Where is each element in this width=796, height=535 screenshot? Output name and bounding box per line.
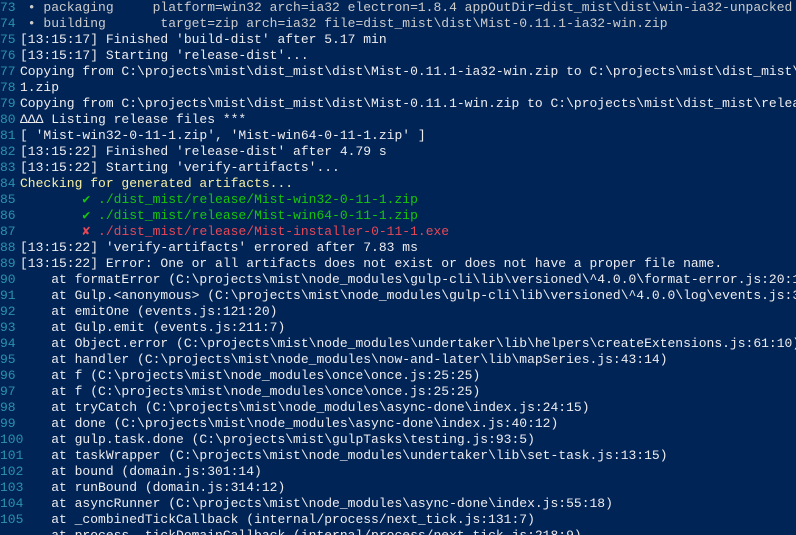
line-number-gutter: 7374757677787980818283848586878889909192… (0, 0, 20, 535)
output-line: at bound (domain.js:301:14) (20, 464, 796, 480)
output-line: at tryCatch (C:\projects\mist\node_modul… (20, 400, 796, 416)
line-number: 103 (0, 480, 14, 496)
line-number: 101 (0, 448, 14, 464)
output-line: • building target=zip arch=ia32 file=dis… (20, 16, 796, 32)
output-line: ΔΔΔ Listing release files *** (20, 112, 796, 128)
line-number: 85 (0, 192, 14, 208)
output-line: Copying from C:\projects\mist\dist_mist\… (20, 96, 796, 112)
output-line: ✘ ./dist_mist/release/Mist-installer-0-1… (20, 224, 796, 240)
line-number: 74 (0, 16, 14, 32)
line-number: 86 (0, 208, 14, 224)
output-line: [13:15:22] 'verify-artifacts' errored af… (20, 240, 796, 256)
terminal-window[interactable]: 7374757677787980818283848586878889909192… (0, 0, 796, 535)
output-line: at emitOne (events.js:121:20) (20, 304, 796, 320)
line-number: 94 (0, 336, 14, 352)
output-line: at process. tickDomainCallback (internal… (20, 528, 796, 535)
output-line: [13:15:17] Starting 'release-dist'... (20, 48, 796, 64)
line-number: 90 (0, 272, 14, 288)
output-line: ✔ ./dist_mist/release/Mist-win64-0-11-1.… (20, 208, 796, 224)
output-line: at handler (C:\projects\mist\node_module… (20, 352, 796, 368)
output-line: [13:15:22] Starting 'verify-artifacts'..… (20, 160, 796, 176)
line-number: 73 (0, 0, 14, 16)
line-number: 95 (0, 352, 14, 368)
line-number: 104 (0, 496, 14, 512)
line-number: 96 (0, 368, 14, 384)
line-number: 92 (0, 304, 14, 320)
output-line: Checking for generated artifacts... (20, 176, 796, 192)
output-line: at runBound (domain.js:314:12) (20, 480, 796, 496)
line-number: 102 (0, 464, 14, 480)
line-number: 93 (0, 320, 14, 336)
output-line: at f (C:\projects\mist\node_modules\once… (20, 368, 796, 384)
output-line: • packaging platform=win32 arch=ia32 ele… (20, 0, 796, 16)
output-line: [13:15:22] Finished 'release-dist' after… (20, 144, 796, 160)
line-number: 82 (0, 144, 14, 160)
output-line: 1.zip (20, 80, 796, 96)
output-line: at Gulp.emit (events.js:211:7) (20, 320, 796, 336)
line-number: 77 (0, 64, 14, 80)
line-number: 99 (0, 416, 14, 432)
output-line: at asyncRunner (C:\projects\mist\node_mo… (20, 496, 796, 512)
line-number: 75 (0, 32, 14, 48)
terminal-output[interactable]: • packaging platform=win32 arch=ia32 ele… (20, 0, 796, 535)
output-line: [13:15:17] Finished 'build-dist' after 5… (20, 32, 796, 48)
output-line: Copying from C:\projects\mist\dist_mist\… (20, 64, 796, 80)
output-line: at _combinedTickCallback (internal/proce… (20, 512, 796, 528)
output-line: at done (C:\projects\mist\node_modules\a… (20, 416, 796, 432)
line-number: 97 (0, 384, 14, 400)
line-number: 89 (0, 256, 14, 272)
line-number: 83 (0, 160, 14, 176)
line-number: 100 (0, 432, 14, 448)
output-line: at gulp.task.done (C:\projects\mist\gulp… (20, 432, 796, 448)
line-number: 88 (0, 240, 14, 256)
output-line: [13:15:22] Error: One or all artifacts d… (20, 256, 796, 272)
output-line: at Object.error (C:\projects\mist\node_m… (20, 336, 796, 352)
line-number: 79 (0, 96, 14, 112)
line-number: 98 (0, 400, 14, 416)
output-line: ✔ ./dist_mist/release/Mist-win32-0-11-1.… (20, 192, 796, 208)
output-line: at Gulp.<anonymous> (C:\projects\mist\no… (20, 288, 796, 304)
output-line: at taskWrapper (C:\projects\mist\node_mo… (20, 448, 796, 464)
line-number: 105 (0, 512, 14, 528)
line-number: 76 (0, 48, 14, 64)
line-number: 84 (0, 176, 14, 192)
output-line: at formatError (C:\projects\mist\node_mo… (20, 272, 796, 288)
line-number: 91 (0, 288, 14, 304)
line-number: 78 (0, 80, 14, 96)
output-line: [ 'Mist-win32-0-11-1.zip', 'Mist-win64-0… (20, 128, 796, 144)
line-number: 81 (0, 128, 14, 144)
line-number: 87 (0, 224, 14, 240)
output-line: at f (C:\projects\mist\node_modules\once… (20, 384, 796, 400)
line-number: 80 (0, 112, 14, 128)
